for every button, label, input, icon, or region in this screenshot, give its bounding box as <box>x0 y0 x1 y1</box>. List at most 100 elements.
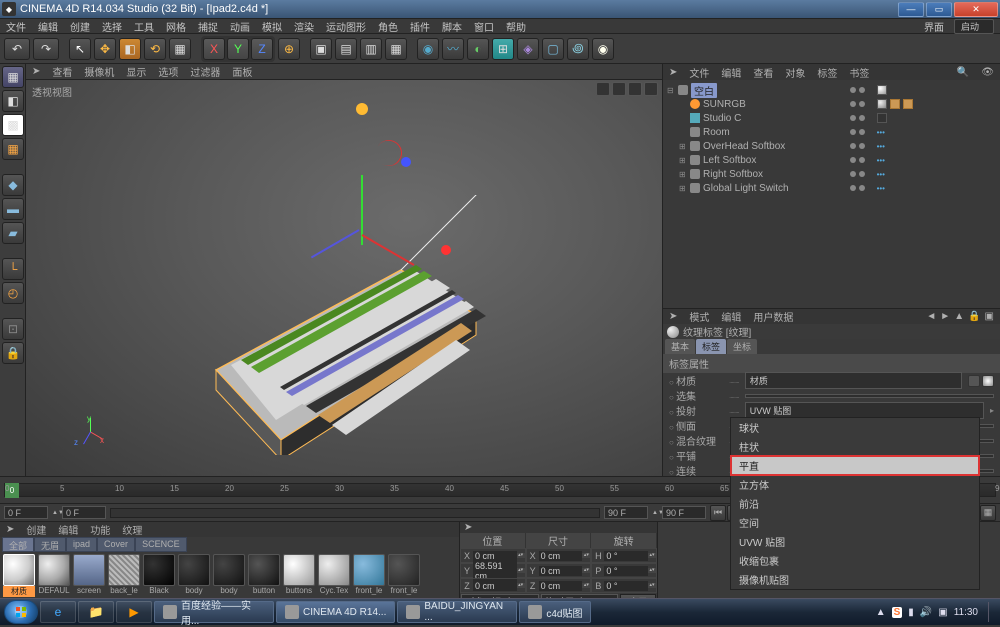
menu-script[interactable]: 脚本 <box>442 19 462 34</box>
last-tool[interactable]: ▦ <box>169 38 191 60</box>
vp-camera[interactable]: 摄像机 <box>84 64 114 79</box>
dropdown-option[interactable]: 柱状 <box>731 437 979 456</box>
om-file[interactable]: 文件 <box>689 65 709 80</box>
menu-edit[interactable]: 编辑 <box>38 19 58 34</box>
mm-func[interactable]: 功能 <box>90 522 110 537</box>
viewport[interactable]: 透视视图 <box>26 80 662 476</box>
vp-options[interactable]: 选项 <box>158 64 178 79</box>
material-item[interactable]: 材质 <box>2 554 36 602</box>
tag-row[interactable]: ••• <box>850 125 998 139</box>
am-mode[interactable]: 模式 <box>689 309 709 324</box>
tweak-mode[interactable]: ◴ <box>2 282 24 304</box>
nav-back-icon[interactable]: ◄ <box>926 311 936 322</box>
workplane-mode[interactable]: ▦ <box>2 138 24 160</box>
menu-create[interactable]: 创建 <box>70 19 90 34</box>
render-region[interactable]: ▤ <box>335 38 357 60</box>
mat-pick-icon[interactable] <box>968 375 980 387</box>
attr-value[interactable] <box>745 394 994 398</box>
make-editable[interactable]: ▦ <box>2 66 24 88</box>
undo-button[interactable]: ↶ <box>4 38 30 60</box>
tag-row[interactable] <box>850 111 998 125</box>
menu-char[interactable]: 角色 <box>378 19 398 34</box>
attr-tab[interactable]: 标签 <box>696 339 726 354</box>
minimize-button[interactable]: — <box>898 2 924 17</box>
dropdown-option[interactable]: 收缩包裹 <box>731 551 979 570</box>
axis-x-toggle[interactable]: X <box>203 38 225 60</box>
tag-row[interactable]: ••• <box>850 153 998 167</box>
material-item[interactable]: front_le <box>352 554 386 602</box>
menu-render[interactable]: 渲染 <box>294 19 314 34</box>
attr-tab[interactable]: 基本 <box>665 339 695 354</box>
nav-fwd-icon[interactable]: ► <box>940 311 950 322</box>
rotate-tool[interactable]: ⟲ <box>144 38 166 60</box>
material-item[interactable]: Cyc.Tex <box>317 554 351 602</box>
render-pv[interactable]: ▥ <box>360 38 382 60</box>
tag-row[interactable] <box>850 83 998 97</box>
menu-sim[interactable]: 模拟 <box>262 19 282 34</box>
object-tree[interactable]: ⊟空白SUNRGBStudio CRoom⊞OverHead Softbox⊞L… <box>663 80 848 308</box>
start-button[interactable] <box>4 600 38 624</box>
material-item[interactable]: buttons <box>282 554 316 602</box>
dropdown-option[interactable]: 空间 <box>731 513 979 532</box>
om-edit[interactable]: 编辑 <box>721 65 741 80</box>
snap-toggle[interactable]: ⊡ <box>2 318 24 340</box>
tag-row[interactable]: ••• <box>850 181 998 195</box>
material-item[interactable]: DEFAUL <box>37 554 71 602</box>
tl-in-field[interactable]: 0 F <box>62 506 106 519</box>
prim-env[interactable]: ▢ <box>542 38 564 60</box>
axis-z-toggle[interactable]: Z <box>251 38 273 60</box>
tree-item[interactable]: ⊞OverHead Softbox <box>663 139 848 153</box>
am-userdata[interactable]: 用户数据 <box>753 309 793 324</box>
tl-end-field[interactable]: 90 F <box>662 506 706 519</box>
pin-media[interactable]: ▶ <box>116 601 152 623</box>
dropdown-option[interactable]: 立方体 <box>731 475 979 494</box>
vp-view[interactable]: 查看 <box>52 64 72 79</box>
material-item[interactable]: front_le <box>387 554 421 602</box>
tray-vol-icon[interactable]: 🔊 <box>920 607 932 618</box>
lock-icon[interactable]: 🔒 <box>968 311 980 322</box>
menu-snap[interactable]: 捕捉 <box>198 19 218 34</box>
prim-cam[interactable]: ꩜ <box>567 38 589 60</box>
tree-item[interactable]: SUNRGB <box>663 97 848 111</box>
redo-button[interactable]: ↷ <box>33 38 59 60</box>
world-coord-toggle[interactable]: ⊕ <box>278 38 300 60</box>
am-edit[interactable]: 编辑 <box>721 309 741 324</box>
scale-tool[interactable]: ◧ <box>119 38 141 60</box>
tl-out-field[interactable]: 90 F <box>604 506 648 519</box>
taskbar-task[interactable]: c4d贴图 <box>519 601 591 623</box>
mm-create[interactable]: 创建 <box>26 522 46 537</box>
tree-item[interactable]: ⊞Global Light Switch <box>663 181 848 195</box>
menu-file[interactable]: 文件 <box>6 19 26 34</box>
mat-filter-tab[interactable]: 无眉 <box>34 537 66 552</box>
search-icon[interactable]: 🔍 <box>957 67 969 78</box>
system-tray[interactable]: ▲ S ▮ 🔊 ▣ 11:30 <box>876 602 996 622</box>
vp-orbit-icon[interactable] <box>628 82 642 96</box>
render-settings[interactable]: ▦ <box>385 38 407 60</box>
show-desktop[interactable] <box>988 602 996 622</box>
mat-filter-tab[interactable]: 全部 <box>2 537 34 552</box>
render-view[interactable]: ▣ <box>310 38 332 60</box>
vp-max-icon[interactable] <box>644 82 658 96</box>
dropdown-option[interactable]: UVW 贴图 <box>731 532 979 551</box>
dropdown-option[interactable]: 摄像机贴图 <box>731 570 979 589</box>
arrow-icon[interactable]: ➤ <box>464 522 472 533</box>
menu-mesh[interactable]: 网格 <box>166 19 186 34</box>
tree-item[interactable]: Studio C <box>663 111 848 125</box>
edge-mode[interactable]: ▬ <box>2 198 24 220</box>
move-tool[interactable]: ✥ <box>94 38 116 60</box>
nav-up-icon[interactable]: ▲ <box>954 311 964 322</box>
point-mode[interactable]: ◆ <box>2 174 24 196</box>
material-item[interactable]: body <box>212 554 246 602</box>
attr-value[interactable]: 材质 <box>745 372 962 389</box>
prim-nurbs[interactable]: ◐ <box>467 38 489 60</box>
material-item[interactable]: screen <box>72 554 106 602</box>
material-item[interactable]: body <box>177 554 211 602</box>
om-view[interactable]: 查看 <box>753 65 773 80</box>
key-b-button[interactable]: ▦ <box>980 505 996 521</box>
mat-goto-icon[interactable] <box>982 375 994 387</box>
mat-filter-tab[interactable]: SCENCE <box>135 537 187 552</box>
mat-filter-tab[interactable]: Cover <box>97 537 135 552</box>
tray-clock[interactable]: 11:30 <box>954 607 978 618</box>
tray-app-icon[interactable]: S <box>892 607 903 618</box>
menu-mograph[interactable]: 运动图形 <box>326 19 366 34</box>
